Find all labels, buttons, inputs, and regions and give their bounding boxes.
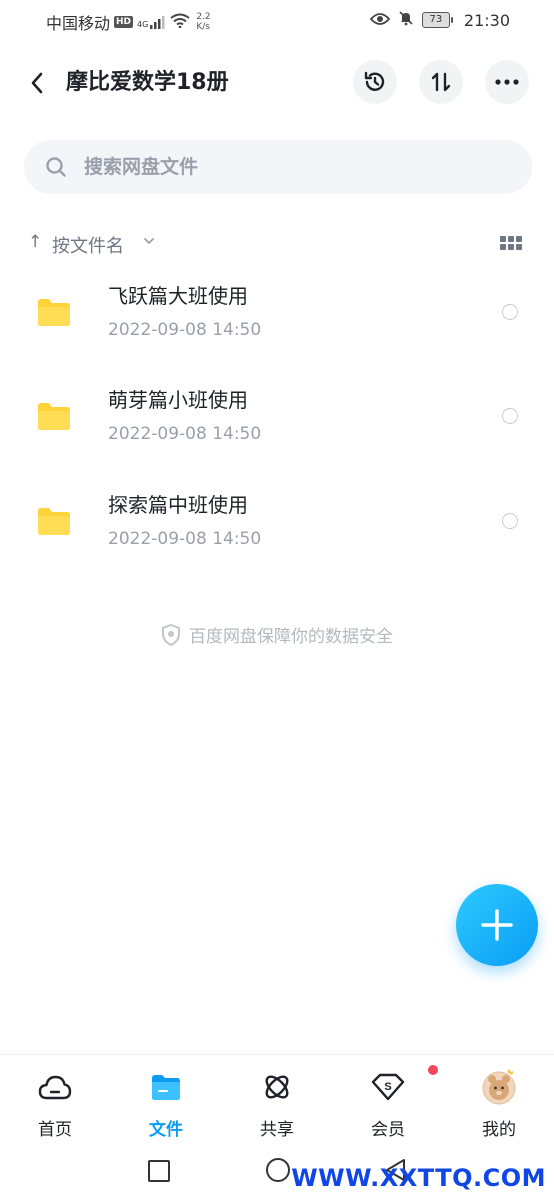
nav-item-vip[interactable]: S 会员 (348, 1065, 438, 1140)
signal-icon: 4G (137, 15, 166, 29)
sort-direction-icon[interactable]: ↑ (28, 232, 42, 252)
chevron-down-icon[interactable] (142, 234, 156, 248)
sort-label[interactable]: 按文件名 (52, 232, 124, 258)
sort-bar: ↑ 按文件名 (28, 226, 528, 260)
folder-icon (38, 299, 70, 326)
select-radio[interactable] (502, 304, 518, 320)
search-icon (46, 157, 66, 177)
search-input[interactable] (82, 155, 486, 179)
status-bar: 中国移动 HD 4G 2.2 K/s 73 21:30 (0, 0, 554, 44)
system-nav: WWW.XXTTQ.COM (0, 1150, 554, 1200)
status-left: 中国移动 HD 4G 2.2 K/s (46, 10, 211, 34)
net-speed-value: 2.2 (196, 12, 211, 22)
more-dots-icon (495, 79, 519, 85)
hd-badge: HD (114, 16, 134, 28)
file-name: 探索篇中班使用 (108, 493, 248, 517)
folder-icon (38, 508, 70, 535)
plus-icon (481, 909, 513, 941)
security-text: 百度网盘保障你的数据安全 (189, 627, 393, 647)
file-row[interactable]: 萌芽篇小班使用 2022-09-08 14:50 (0, 366, 554, 466)
file-row[interactable]: 飞跃篇大班使用 2022-09-08 14:50 (0, 262, 554, 362)
net-speed-unit: K/s (196, 22, 210, 32)
back-button[interactable] (22, 68, 52, 98)
wifi-icon (170, 13, 190, 32)
back-arrow-icon (31, 72, 43, 94)
up-down-arrows-icon (431, 72, 451, 92)
status-right: 73 21:30 (369, 10, 510, 30)
clock: 21:30 (463, 10, 510, 30)
more-button[interactable] (485, 60, 529, 104)
watermark-text: WWW.XXTTQ.COM (291, 1164, 546, 1192)
nav-label: 首页 (38, 1120, 72, 1140)
search-bar[interactable] (24, 140, 532, 194)
file-name: 飞跃篇大班使用 (108, 284, 248, 308)
nav-label: 我的 (482, 1120, 516, 1140)
folder-icon (38, 403, 70, 430)
net-type: 4G (137, 20, 149, 29)
svg-text:S: S (384, 1081, 391, 1093)
folder-icon (148, 1069, 184, 1105)
sort-transfer-button[interactable] (419, 60, 463, 104)
avatar (481, 1069, 517, 1105)
file-name: 萌芽篇小班使用 (108, 388, 248, 412)
file-date: 2022-09-08 14:50 (108, 529, 262, 549)
nav-label: 会员 (371, 1120, 405, 1140)
atom-share-icon (259, 1069, 295, 1105)
shield-icon (162, 623, 180, 646)
select-radio[interactable] (502, 513, 518, 529)
battery-indicator: 73 (421, 12, 453, 28)
mute-bell-icon (398, 10, 414, 30)
net-speed: 2.2 K/s (196, 12, 210, 32)
add-button[interactable] (456, 884, 538, 966)
select-radio[interactable] (502, 408, 518, 424)
eye-icon (369, 11, 391, 30)
nav-label: 文件 (149, 1120, 183, 1140)
page-title: 摩比爱数学18册 (66, 70, 229, 95)
nav-label: 共享 (260, 1120, 294, 1140)
notification-dot (428, 1065, 438, 1075)
nav-item-share[interactable]: 共享 (237, 1069, 317, 1140)
history-button[interactable] (353, 60, 397, 104)
file-row[interactable]: 探索篇中班使用 2022-09-08 14:50 (0, 471, 554, 571)
file-date: 2022-09-08 14:50 (108, 320, 262, 340)
grid-view-button[interactable] (500, 236, 522, 252)
nav-item-files[interactable]: 文件 (126, 1069, 206, 1140)
cloud-home-icon (37, 1069, 73, 1105)
file-date: 2022-09-08 14:50 (108, 424, 262, 444)
security-note: 百度网盘保障你的数据安全 (0, 622, 554, 647)
history-icon (364, 71, 385, 91)
recents-button[interactable] (148, 1160, 170, 1182)
nav-item-home[interactable]: 首页 (15, 1069, 95, 1140)
bottom-nav: 首页 文件 共享 S 会员 我的 (0, 1054, 554, 1147)
carrier-name: 中国移动 (46, 14, 111, 33)
header: 摩比爱数学18册 (0, 56, 554, 112)
vip-diamond-icon: S (370, 1065, 438, 1105)
nav-item-me[interactable]: 我的 (459, 1069, 539, 1140)
home-button[interactable] (266, 1158, 290, 1182)
